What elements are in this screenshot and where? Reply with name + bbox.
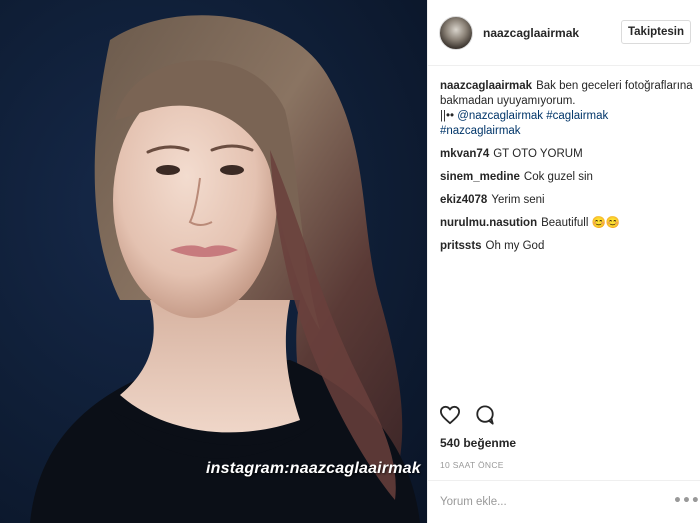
comment-item: pritssts Oh my God (440, 239, 695, 254)
comment-list: naazcaglaairmak Bak ben geceleri fotoğraf… (440, 79, 695, 262)
caption: naazcaglaairmak Bak ben geceleri fotoğraf… (440, 79, 695, 139)
comment-item: mkvan74 GT OTO YORUM (440, 147, 695, 162)
comment-username[interactable]: ekiz4078 (440, 194, 487, 206)
like-count[interactable]: 540 beğenme (440, 436, 516, 450)
header-username[interactable]: naazcaglaairmak (483, 26, 579, 40)
comment-bubble-icon[interactable] (475, 405, 495, 425)
avatar[interactable] (439, 16, 473, 50)
following-button[interactable]: Takiptesin (621, 20, 691, 44)
comment-text: Cok guzel sin (523, 171, 593, 183)
comment-item: sinem_medine Cok guzel sin (440, 170, 695, 185)
comment-username[interactable]: mkvan74 (440, 148, 489, 160)
post-side-panel: naazcaglaairmak Takiptesin naazcaglaairm… (427, 0, 700, 523)
caption-tags-line: ||•• @nazcaglairmak #caglairmak (440, 109, 695, 124)
caption-hashtag[interactable]: #caglairmak (546, 110, 608, 122)
comment-item: ekiz4078 Yerim seni (440, 193, 695, 208)
heart-icon[interactable] (439, 405, 461, 425)
caption-hashtag[interactable]: #nazcaglairmak (440, 124, 695, 139)
post-timestamp[interactable]: 10 SAAT ÖNCE (440, 460, 504, 470)
comment-username[interactable]: sinem_medine (440, 171, 520, 183)
more-options-icon[interactable]: ••• (673, 493, 700, 511)
post-header: naazcaglaairmak Takiptesin (428, 0, 700, 66)
post-photo[interactable]: instagram:naazcaglaairmak (0, 0, 427, 523)
caption-separator: ||•• (440, 110, 455, 122)
comment-text: Beautifull 😊😊 (541, 217, 621, 229)
comment-text: Yerim seni (491, 194, 545, 206)
comment-item: nurulmu.nasution Beautifull 😊😊 (440, 216, 695, 231)
comment-username[interactable]: pritssts (440, 240, 482, 252)
comment-text: Oh my God (485, 240, 545, 252)
caption-username[interactable]: naazcaglaairmak (440, 80, 532, 92)
comment-username[interactable]: nurulmu.nasution (440, 217, 537, 229)
add-comment-section: ••• (428, 480, 700, 523)
comment-text: GT OTO YORUM (493, 148, 583, 160)
photo-watermark: instagram:naazcaglaairmak (206, 460, 421, 477)
comment-input[interactable] (440, 492, 660, 512)
portrait-image (30, 15, 420, 523)
caption-mention[interactable]: @nazcaglairmak (457, 110, 543, 122)
post-actions (428, 400, 700, 430)
